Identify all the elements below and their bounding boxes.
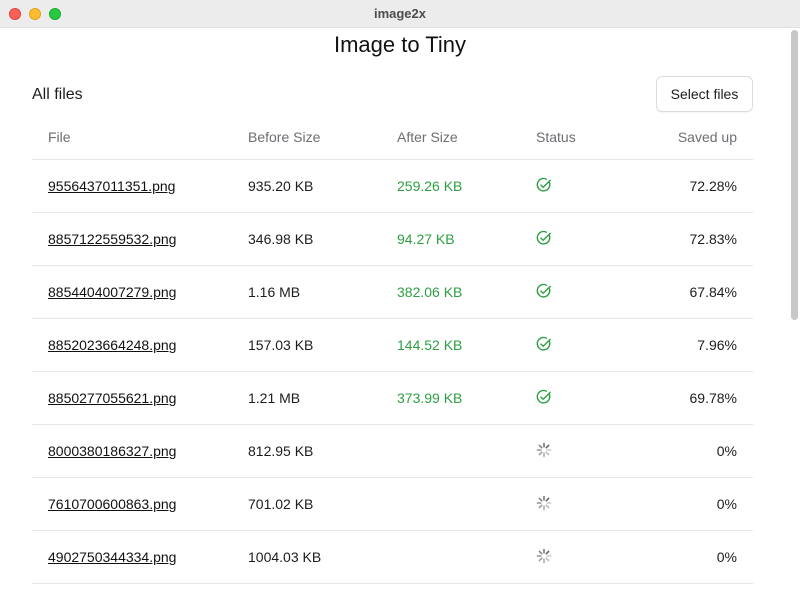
file-name-link[interactable]: 8854404007279.png — [48, 284, 176, 300]
section-title: All files — [32, 86, 83, 103]
page-title: Image to Tiny — [333, 32, 467, 57]
table-body: 9556437011351.png 935.20 KB 259.26 KB 72.28… — [32, 160, 753, 584]
column-header-saved-up: Saved up — [677, 129, 737, 145]
before-size: 812.95 KB — [248, 443, 314, 459]
before-size: 157.03 KB — [248, 337, 314, 353]
files-table: File Before Size After Size Status Saved… — [32, 112, 753, 584]
column-header-status: Status — [536, 129, 576, 145]
table-row: 9556437011351.png 935.20 KB 259.26 KB 72.28… — [32, 160, 753, 213]
before-size: 1.21 MB — [248, 390, 301, 406]
saved-percent: 0% — [716, 549, 737, 565]
title-bar: image2x — [0, 0, 800, 28]
file-name-link[interactable]: 7610700600863.png — [48, 496, 176, 512]
saved-percent: 7.96% — [697, 337, 737, 353]
file-name-link[interactable]: 4902750344334.png — [48, 549, 176, 565]
table-row: 8857122559532.png 346.98 KB 94.27 KB 72.83% — [32, 213, 753, 266]
before-size: 935.20 KB — [248, 178, 314, 194]
after-size: 382.06 KB — [397, 284, 463, 300]
column-header-file: File — [48, 129, 71, 145]
loading-spinner-icon — [536, 548, 552, 564]
before-size: 1.16 MB — [248, 284, 301, 300]
saved-percent: 72.83% — [689, 231, 737, 247]
table-header: File Before Size After Size Status Saved… — [32, 112, 753, 160]
after-size: 94.27 KB — [397, 231, 455, 247]
saved-percent: 67.84% — [689, 284, 737, 300]
saved-percent: 0% — [716, 496, 737, 512]
vertical-scrollbar[interactable] — [791, 30, 798, 320]
file-name-link[interactable]: 8852023664248.png — [48, 337, 176, 353]
file-name-link[interactable]: 9556437011351.png — [48, 178, 175, 194]
before-size: 346.98 KB — [248, 231, 314, 247]
table-row: 7610700600863.png 701.02 KB 0% — [32, 478, 753, 531]
table-row: 8852023664248.png 157.03 KB 144.52 KB 7.96% — [32, 319, 753, 372]
check-circle-icon — [536, 389, 552, 405]
table-row: 8000380186327.png 812.95 KB 0% — [32, 425, 753, 478]
select-files-button[interactable]: Select files — [656, 76, 753, 112]
check-circle-icon — [536, 283, 552, 299]
saved-percent: 72.28% — [689, 178, 737, 194]
saved-percent: 0% — [716, 443, 737, 459]
after-size: 259.26 KB — [397, 178, 463, 194]
table-row: 8850277055621.png 1.21 MB 373.99 KB 69.78% — [32, 372, 753, 425]
before-size: 701.02 KB — [248, 496, 314, 512]
check-circle-icon — [536, 230, 552, 246]
after-size: 373.99 KB — [397, 390, 463, 406]
loading-spinner-icon — [536, 442, 552, 458]
before-size: 1004.03 KB — [248, 549, 322, 565]
window-title: image2x — [373, 6, 427, 21]
check-circle-icon — [536, 177, 552, 193]
file-name-link[interactable]: 8850277055621.png — [48, 390, 176, 406]
column-header-before-size: Before Size — [248, 129, 321, 145]
table-row: 4902750344334.png 1004.03 KB 0% — [32, 531, 753, 584]
column-header-after-size: After Size — [397, 129, 458, 145]
file-name-link[interactable]: 8857122559532.png — [48, 231, 176, 247]
loading-spinner-icon — [536, 495, 552, 511]
after-size: 144.52 KB — [397, 337, 463, 353]
check-circle-icon — [536, 336, 552, 352]
file-name-link[interactable]: 8000380186327.png — [48, 443, 176, 459]
table-row: 8854404007279.png 1.16 MB 382.06 KB 67.84% — [32, 266, 753, 319]
saved-percent: 69.78% — [689, 390, 737, 406]
